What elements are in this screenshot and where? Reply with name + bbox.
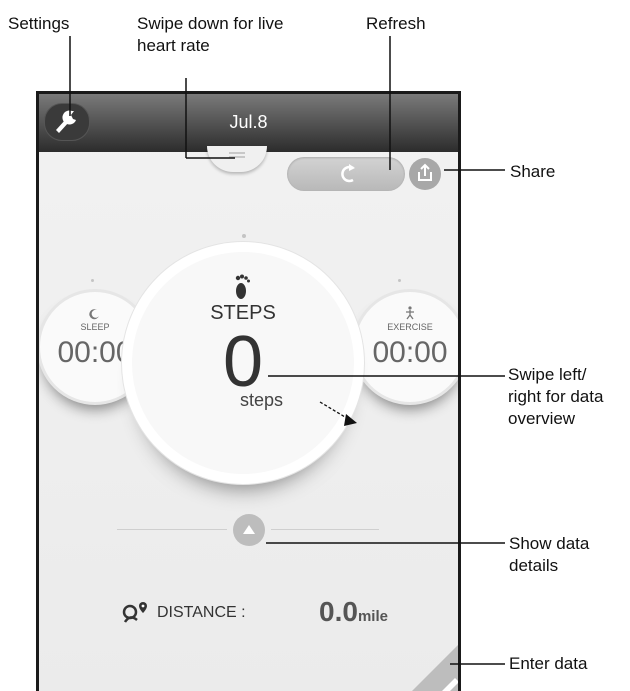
location-pin-icon [122, 602, 147, 623]
callout-enter-data: Enter data [509, 654, 588, 673]
callout-swipe-down: Swipe down for live heart rate [137, 13, 283, 57]
callout-swipe-lr-line3: overview [508, 409, 576, 428]
enter-data-button[interactable] [399, 634, 458, 691]
page-indicator-dot [242, 234, 246, 238]
grip-lines [229, 152, 245, 154]
callout-details-line2: details [509, 556, 559, 575]
share-icon [418, 163, 432, 181]
callout-swipe-lr-line1: Swipe left/ [508, 365, 587, 384]
app-screen: Jul.8 SLEEP 00:00 EXERCISE 00:00 STEPS 0… [36, 91, 461, 691]
page-indicator-dot [91, 279, 94, 282]
distance-row: DISTANCE : 0.0mile [111, 594, 411, 634]
callout-refresh: Refresh [366, 14, 426, 33]
moon-icon [89, 309, 99, 320]
distance-label: DISTANCE : [157, 604, 246, 621]
callout-swipe-lr-line2: right for data [508, 387, 604, 406]
exercise-value: 00:00 [372, 336, 448, 369]
date-title: Jul.8 [229, 112, 268, 132]
distance-value: 0.0mile [319, 596, 388, 628]
exercise-label: EXERCISE [387, 322, 433, 332]
footprint-icon [235, 274, 250, 299]
swipe-down-handle[interactable] [207, 146, 267, 172]
steps-unit: steps [240, 390, 284, 410]
share-button[interactable] [409, 158, 441, 190]
divider-left [117, 529, 227, 530]
page-indicator-dot [398, 279, 401, 282]
divider-right [271, 529, 379, 530]
callout-swipe-down-line1: Swipe down for live [137, 14, 284, 33]
callout-show-details: Show data details [509, 533, 589, 577]
callout-details-line1: Show data [509, 534, 590, 553]
distance-unit: mile [357, 608, 388, 625]
refresh-button[interactable] [287, 157, 405, 191]
refresh-icon [341, 164, 355, 183]
distance-number: 0.0 [319, 596, 358, 627]
pencil-icon [442, 678, 458, 691]
callout-swipe-down-line2: heart rate [137, 36, 210, 55]
callout-settings: Settings [8, 14, 70, 33]
callout-share: Share [510, 162, 556, 181]
show-details-button[interactable] [233, 514, 265, 546]
steps-summary[interactable]: STEPS 0 steps [132, 252, 354, 474]
runner-icon [406, 306, 414, 320]
exercise-summary[interactable]: EXERCISE 00:00 [352, 289, 458, 405]
callout-swipe-left-right: Swipe left/ right for data overview [508, 364, 603, 430]
triangle-up-icon [243, 525, 255, 534]
header-bar: Jul.8 [39, 94, 458, 152]
